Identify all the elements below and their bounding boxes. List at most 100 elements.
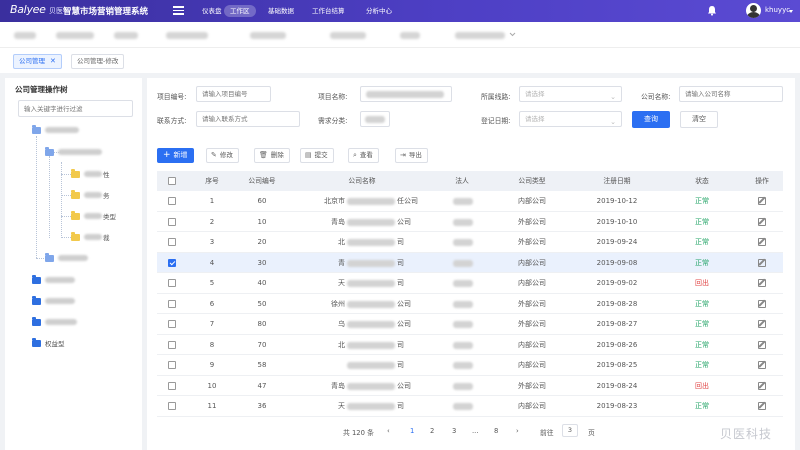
row-checkbox[interactable] <box>168 217 176 226</box>
subnav-item[interactable] <box>250 32 286 39</box>
nav-item-dashboard[interactable]: 仪表盘 <box>196 5 228 17</box>
subnav-item[interactable] <box>14 32 36 39</box>
bell-icon[interactable] <box>707 5 717 16</box>
edit-icon[interactable] <box>758 238 766 246</box>
goto-page-input[interactable]: 3 <box>562 424 578 437</box>
page-3[interactable]: 3 <box>452 427 456 435</box>
page-1[interactable]: 1 <box>410 427 414 435</box>
table-row[interactable]: 1 60 北京市 任公司 内部公司 2019-10-12 正常 <box>157 191 783 212</box>
table-row[interactable]: 4 30 青 司 内部公司 2019-09-08 正常 <box>157 252 783 273</box>
edit-icon[interactable] <box>758 279 766 287</box>
tree-filter-input[interactable] <box>18 100 133 117</box>
cell-code: 30 <box>257 258 267 267</box>
subnav-item[interactable] <box>400 32 420 39</box>
row-checkbox[interactable] <box>168 197 176 205</box>
column-header[interactable]: 公司名称 <box>307 171 417 191</box>
row-checkbox[interactable] <box>168 279 176 287</box>
column-header[interactable]: 状态 <box>682 171 722 191</box>
subnav-chevron-down-icon[interactable] <box>509 32 516 37</box>
edit-icon[interactable] <box>758 217 766 226</box>
column-header[interactable]: 序号 <box>197 171 227 191</box>
column-header[interactable]: 操作 <box>747 171 777 191</box>
cell-name-suffix: 公司 <box>397 320 411 328</box>
page-ellipsis[interactable]: ... <box>472 427 478 435</box>
edit-button[interactable]: ✎ 修改 <box>206 148 239 163</box>
username[interactable]: khuyyc <box>765 6 790 14</box>
prev-page-icon[interactable]: ‹ <box>387 427 390 435</box>
query-button[interactable]: 查询 <box>632 111 670 128</box>
edit-icon[interactable] <box>758 197 766 205</box>
nav-item-basic-data[interactable]: 基础数据 <box>262 5 300 17</box>
nav-item-workspace[interactable]: 工作区 <box>224 5 256 17</box>
row-checkbox[interactable] <box>168 258 176 267</box>
edit-icon[interactable] <box>758 258 766 267</box>
row-checkbox[interactable] <box>168 402 176 410</box>
table-row[interactable]: 9 58 司 内部公司 2019-08-25 正常 <box>157 355 783 376</box>
edit-icon[interactable] <box>758 299 766 308</box>
reg-date-select[interactable]: 请选择 ⌄ <box>519 111 622 127</box>
row-checkbox[interactable] <box>168 320 176 328</box>
edit-icon[interactable] <box>758 361 766 369</box>
edit-icon[interactable] <box>758 381 766 390</box>
page-2[interactable]: 2 <box>430 427 434 435</box>
table-row[interactable]: 10 47 青岛 公司 外部公司 2019-08-24 回出 <box>157 376 783 396</box>
user-menu-caret-icon[interactable] <box>789 10 793 13</box>
row-checkbox[interactable] <box>168 299 176 308</box>
table-row[interactable]: 7 80 乌 公司 外部公司 2019-08-27 正常 <box>157 314 783 335</box>
cell-name-suffix: 司 <box>397 258 404 267</box>
row-checkbox[interactable] <box>168 340 176 349</box>
nav-item-settlement[interactable]: 工作台结算 <box>306 5 351 17</box>
menu-toggle-icon[interactable] <box>173 6 184 15</box>
subnav-item[interactable] <box>114 32 138 39</box>
table-row[interactable]: 8 70 北 司 内部公司 2019-08-26 正常 <box>157 335 783 355</box>
cell-date: 2019-10-12 <box>596 197 638 205</box>
submit-button[interactable]: ▤ 提交 <box>300 148 334 163</box>
project-name-input[interactable] <box>360 86 452 102</box>
clear-button[interactable]: 清空 <box>680 111 718 128</box>
table-row[interactable]: 6 50 徐州 公司 外部公司 2019-08-28 正常 <box>157 294 783 314</box>
row-checkbox[interactable] <box>168 381 176 390</box>
company-name-input[interactable] <box>679 86 783 102</box>
edit-icon[interactable] <box>758 402 766 410</box>
table-row[interactable]: 3 20 北 司 外部公司 2019-09-24 正常 <box>157 232 783 253</box>
tab-company-management[interactable]: 公司管理 ✕ <box>13 54 62 69</box>
tree-node-label <box>45 298 75 304</box>
subnav-item[interactable] <box>166 32 208 39</box>
cell-legal-person-redacted <box>453 239 473 246</box>
cell-name-prefix: 天 <box>338 402 345 410</box>
subnav-item[interactable] <box>455 32 505 39</box>
column-header[interactable]: 公司类型 <box>502 171 562 191</box>
project-no-input[interactable] <box>196 86 271 102</box>
cell-seq: 1 <box>209 197 215 205</box>
contact-input[interactable] <box>196 111 300 127</box>
edit-icon[interactable] <box>758 320 766 328</box>
table-row[interactable]: 5 40 天 司 内部公司 2019-09-02 回出 <box>157 273 783 294</box>
close-icon[interactable]: ✕ <box>50 57 56 65</box>
view-button[interactable]: ⌕ 查看 <box>348 148 379 163</box>
select-all-checkbox[interactable] <box>168 177 176 185</box>
column-header[interactable]: 注册日期 <box>587 171 647 191</box>
row-checkbox[interactable] <box>168 361 176 369</box>
nav-item-analysis[interactable]: 分析中心 <box>360 5 398 17</box>
delete-button[interactable]: 🗑 删除 <box>254 148 290 163</box>
page-8[interactable]: 8 <box>494 427 498 435</box>
demand-select[interactable] <box>360 111 390 127</box>
subnav-item[interactable] <box>56 32 94 39</box>
filter-label-company-name: 公司名称: <box>641 93 671 101</box>
column-header[interactable]: 公司编号 <box>237 171 287 191</box>
export-button[interactable]: ⇥ 导出 <box>395 148 428 163</box>
table-row[interactable]: 11 36 天 司 内部公司 2019-08-23 正常 <box>157 396 783 417</box>
user-avatar[interactable] <box>746 3 761 18</box>
tab-company-management-edit[interactable]: 公司管理-修改 <box>71 54 125 69</box>
edit-icon[interactable] <box>758 340 766 349</box>
column-header[interactable]: 法人 <box>442 171 482 191</box>
row-checkbox[interactable] <box>168 238 176 246</box>
subnav-item[interactable] <box>330 32 366 39</box>
folder-icon <box>32 317 41 326</box>
tree-connector <box>61 174 71 175</box>
table-row[interactable]: 2 10 青岛 公司 外部公司 2019-10-10 正常 <box>157 212 783 232</box>
next-page-icon[interactable]: › <box>516 427 519 435</box>
cell-seq: 4 <box>209 258 215 267</box>
add-button[interactable]: + 新增 <box>157 148 194 163</box>
route-select[interactable]: 请选择 ⌄ <box>519 86 622 102</box>
